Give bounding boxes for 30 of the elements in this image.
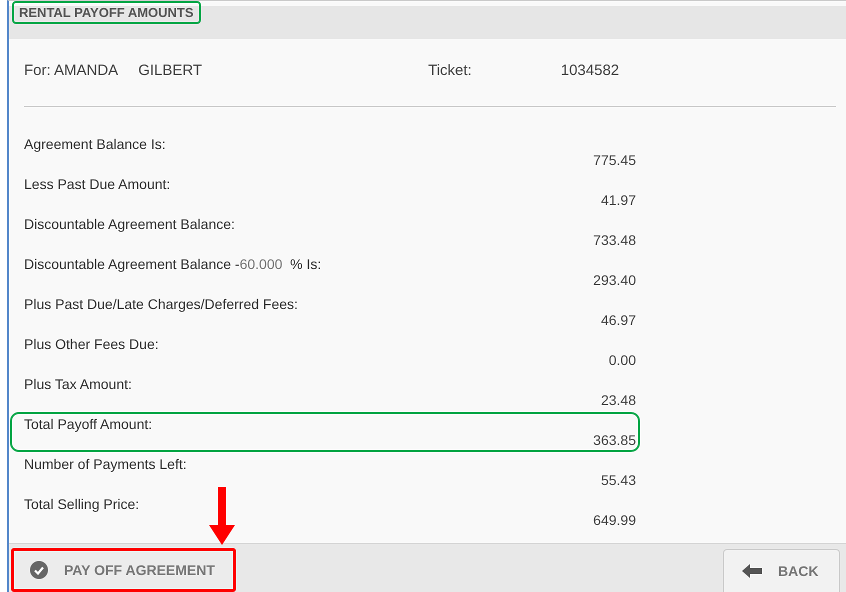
row-value: 46.97 — [600, 312, 637, 330]
row-label: Total Selling Price: — [24, 495, 140, 514]
row-label: Plus Tax Amount: — [24, 375, 132, 394]
row-value: 23.48 — [600, 392, 637, 410]
row-label: Plus Other Fees Due: — [24, 335, 159, 354]
check-circle-icon — [30, 561, 48, 579]
customer-last-name: GILBERT — [138, 62, 202, 81]
pay-off-button[interactable]: PAY OFF AGREEMENT — [14, 551, 233, 589]
row-value: 649.99 — [593, 512, 637, 530]
customer-name: For: AMANDA — [24, 62, 118, 81]
arrow-icon — [209, 487, 235, 545]
row-label: Plus Past Due/Late Charges/Deferred Fees: — [24, 295, 298, 314]
back-button[interactable]: BACK — [723, 549, 840, 592]
row-label: Total Payoff Amount: — [24, 415, 152, 434]
row-value: 733.48 — [593, 232, 637, 250]
row-label: Number of Payments Left: — [24, 455, 187, 474]
row-label: Less Past Due Amount: — [24, 175, 170, 194]
ticket-label: Ticket: — [428, 62, 472, 81]
row-label: Agreement Balance Is: — [24, 135, 166, 154]
row-value: 41.97 — [600, 192, 637, 210]
row-value: 775.45 — [593, 152, 637, 170]
row-value: 293.40 — [593, 272, 637, 290]
panel-title: RENTAL PAYOFF AMOUNTS — [12, 1, 201, 24]
row-label: Discountable Agreement Balance -60.000 % Is: — [24, 255, 322, 274]
row-value: 363.85 — [593, 432, 637, 450]
row-value: 0.00 — [608, 352, 637, 370]
row-label: Discountable Agreement Balance: — [24, 215, 235, 234]
row-value: 55.43 — [600, 472, 637, 490]
ticket-number: 1034582 — [560, 62, 620, 81]
arrow-left-icon — [742, 564, 762, 578]
